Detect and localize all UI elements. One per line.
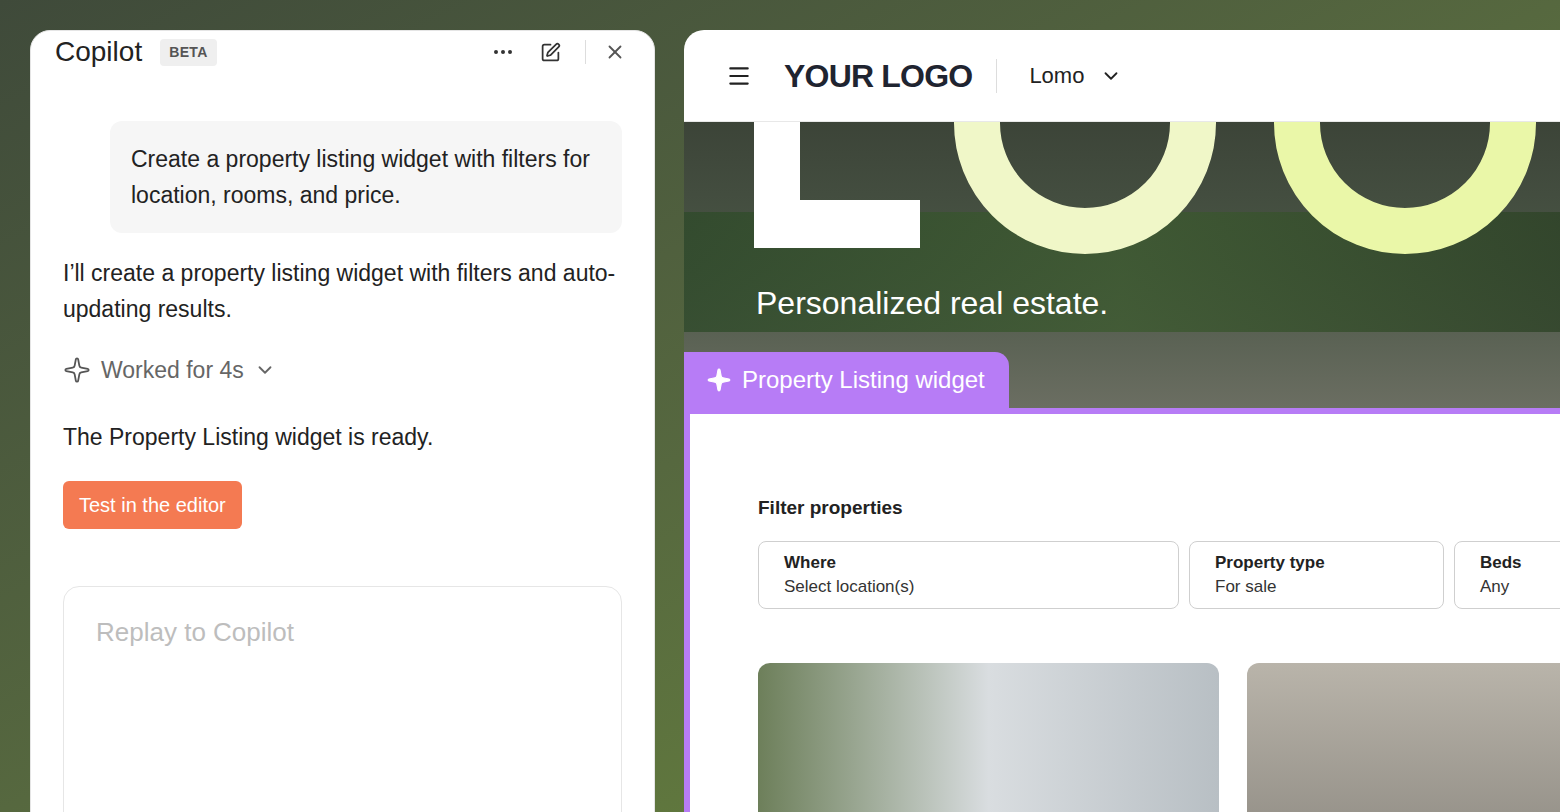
site-preview: YOUR LOGO Lomo Personalized real estate. Pr… [684, 30, 1560, 812]
test-editor-button[interactable]: Test in the editor [63, 481, 242, 529]
reply-input[interactable]: Replay to Copilot [63, 586, 622, 812]
user-message: Create a property listing widget with fi… [110, 121, 622, 233]
filter-title: Filter properties [758, 494, 1560, 523]
copilot-header: Copilot BETA [31, 31, 654, 73]
hero-logo-l [754, 122, 800, 248]
copilot-title: Copilot [55, 31, 142, 73]
widget-tab[interactable]: Property Listing widget [684, 352, 1009, 408]
site-logo[interactable]: YOUR LOGO [784, 52, 972, 100]
chevron-icon [254, 359, 276, 381]
copilot-conversation: Create a property listing widget with fi… [31, 73, 654, 812]
listing-card[interactable] [758, 663, 1219, 812]
listing-card[interactable] [1247, 663, 1560, 812]
filter-field[interactable]: WhereSelect location(s) [758, 541, 1179, 609]
header-divider [585, 40, 586, 64]
hero-image: Personalized real estate. Property Listin… [684, 122, 1560, 408]
more-icon[interactable] [488, 37, 518, 67]
property-widget: Filter properties WhereSelect location(s)… [684, 408, 1560, 812]
sparkle-icon [63, 356, 91, 384]
chevron-icon [1100, 65, 1122, 87]
close-icon[interactable] [600, 37, 630, 67]
beta-badge: BETA [160, 39, 216, 66]
hero-logo-l-foot [800, 200, 920, 248]
filter-field[interactable]: BedsAny [1454, 541, 1560, 609]
assistant-intro: I’ll create a property listing widget wi… [63, 255, 622, 327]
workspace-select[interactable]: Lomo [1029, 59, 1122, 92]
filter-field[interactable]: Property typeFor sale [1189, 541, 1444, 609]
menu-icon[interactable] [726, 63, 752, 89]
edit-icon[interactable] [535, 37, 565, 67]
filter-row: WhereSelect location(s)Property typeFor … [758, 541, 1560, 609]
sparkle-icon [706, 367, 732, 393]
listing-grid [758, 663, 1560, 812]
work-status[interactable]: Worked for 4s [63, 352, 622, 388]
copilot-panel: Copilot BETA Create a property listing wid… [30, 30, 655, 812]
logo-divider [996, 59, 997, 93]
hero-tagline: Personalized real estate. [684, 283, 1560, 323]
site-header: YOUR LOGO Lomo [684, 30, 1560, 122]
app-screen: Copilot BETA Create a property listing wid… [0, 0, 1560, 812]
assistant-result: The Property Listing widget is ready. [63, 419, 622, 455]
